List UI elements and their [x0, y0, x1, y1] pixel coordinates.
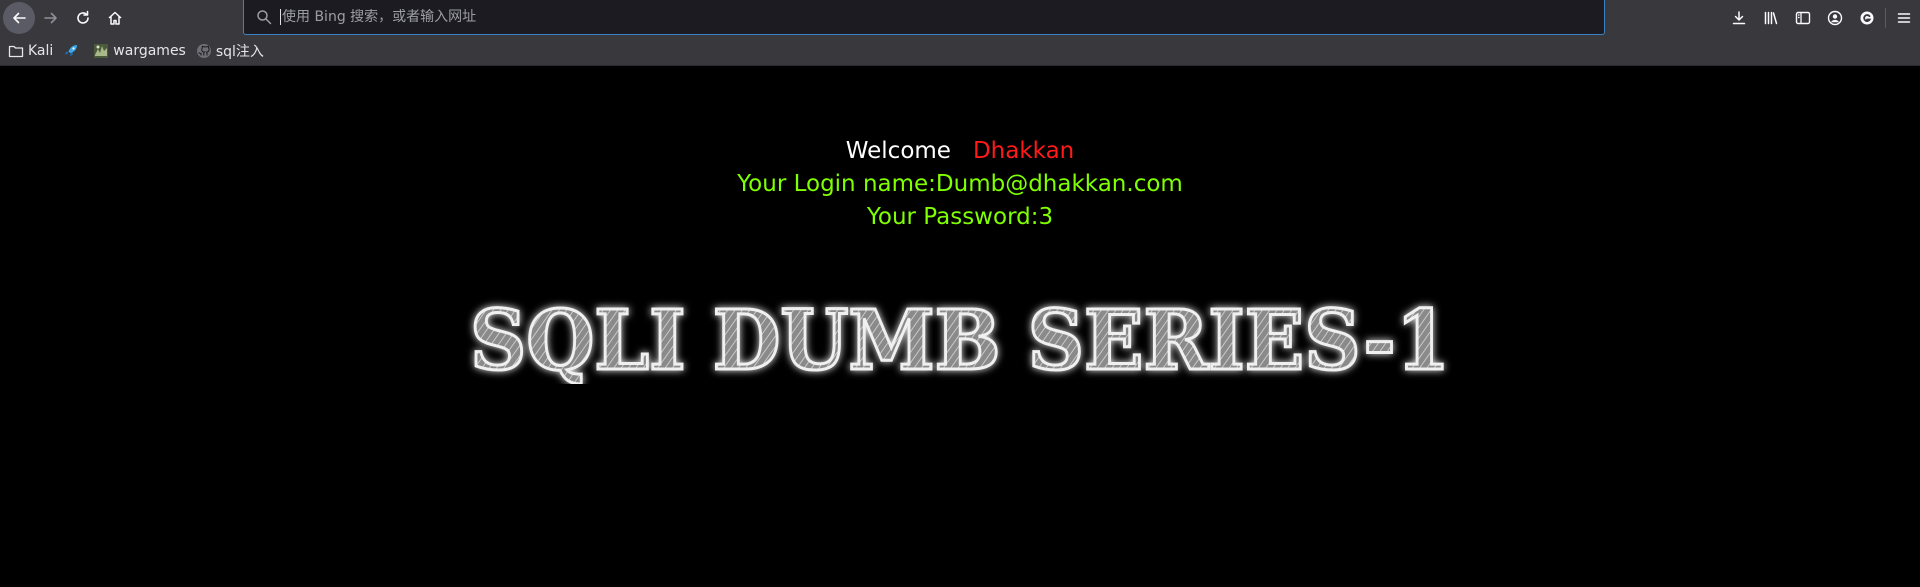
github-icon [196, 43, 211, 58]
sqli-dumb-series-banner: SQLI DUMB SERIES-1 [469, 294, 1452, 384]
password-line: Your Password:3 [866, 204, 1054, 230]
rocket-icon [65, 44, 78, 56]
username: Dhakkan [972, 138, 1075, 164]
home-icon [108, 11, 122, 25]
downloads-button[interactable] [1723, 2, 1755, 34]
url-input[interactable] [282, 9, 1482, 25]
wargames-favicon-icon [94, 43, 109, 58]
login-name-line: Your Login name:Dumb@dhakkan.com [737, 171, 1183, 197]
right-toolbar [1723, 0, 1920, 36]
forward-button[interactable] [35, 2, 67, 34]
browser-toolbar [0, 0, 1920, 36]
folder-icon [8, 45, 24, 57]
reload-button[interactable] [67, 2, 99, 34]
account-button[interactable] [1819, 2, 1851, 34]
bookmark-label: wargames [113, 42, 186, 59]
url-bar[interactable] [243, 0, 1605, 35]
bookmark-kali[interactable]: Kali [8, 43, 53, 59]
bookmark-rocket[interactable] [63, 43, 83, 59]
library-button[interactable] [1755, 2, 1787, 34]
extension-button[interactable] [1851, 2, 1883, 34]
home-button[interactable] [99, 2, 131, 34]
arrow-left-icon [13, 12, 26, 24]
menu-button[interactable] [1888, 2, 1920, 34]
bookmark-wargames[interactable]: wargames [93, 43, 186, 59]
reload-icon [77, 10, 89, 24]
arrow-right-icon [44, 12, 57, 24]
hamburger-menu-icon [1897, 13, 1911, 23]
bookmark-label: Kali [28, 42, 54, 59]
download-icon [1732, 11, 1746, 25]
toolbar-separator [1885, 8, 1886, 28]
back-button[interactable] [3, 2, 35, 34]
page-content: Welcome Dhakkan Your Login name:Dumb@dhak… [0, 66, 1920, 587]
bookmarks-toolbar: Kali wargames sql注入 [0, 36, 1920, 66]
welcome-message: Welcome Dhakkan [0, 138, 1920, 164]
extension-icon [1860, 11, 1874, 25]
bookmark-sql-injection[interactable]: sql注入 [196, 41, 264, 61]
library-icon [1764, 11, 1778, 25]
text-caret [280, 9, 281, 25]
sidebar-icon [1795, 11, 1811, 25]
welcome-label: Welcome [845, 138, 951, 164]
search-icon [257, 10, 272, 25]
bookmark-label: sql注入 [215, 43, 264, 60]
sidebar-button[interactable] [1787, 2, 1819, 34]
account-icon [1827, 10, 1843, 26]
banner-text: SQLI DUMB SERIES-1 [470, 294, 1450, 384]
